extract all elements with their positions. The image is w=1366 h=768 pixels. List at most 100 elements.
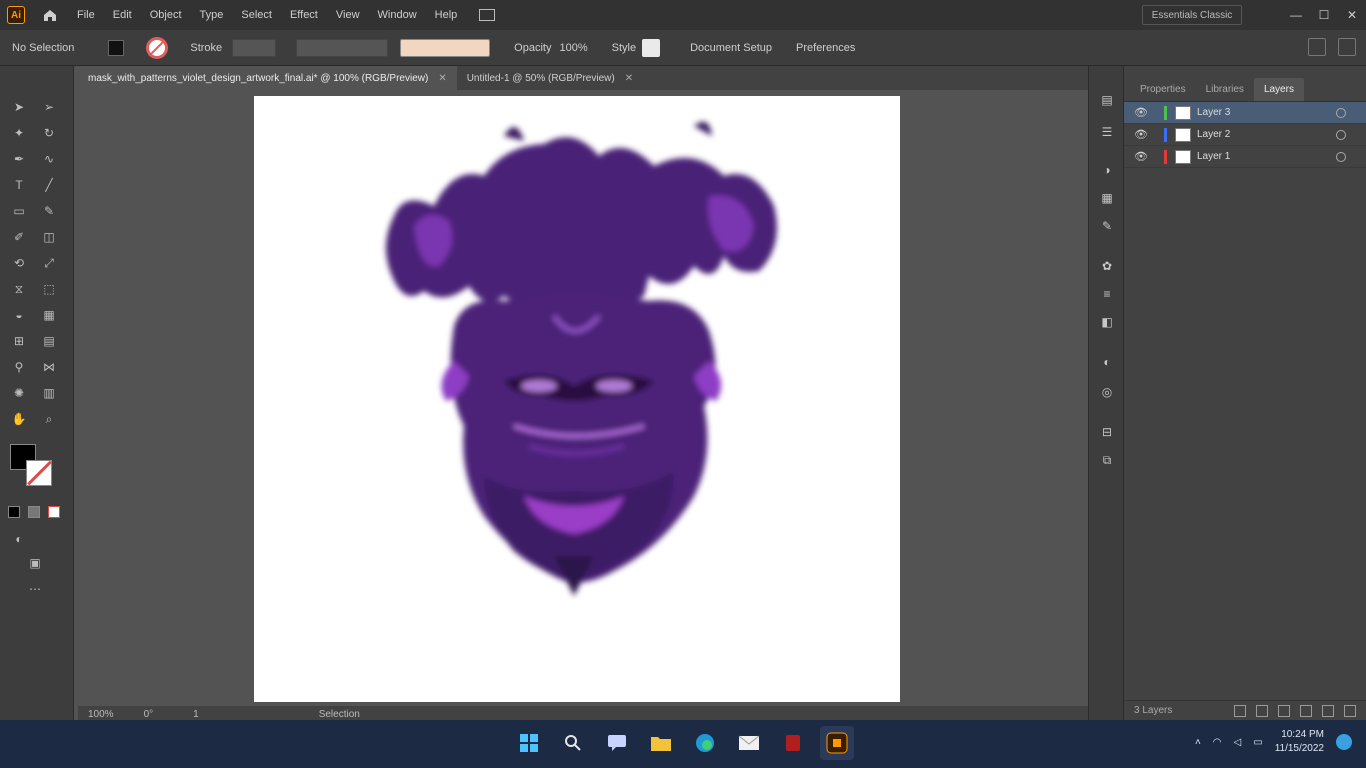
align-icon[interactable]: ⊟ [1098, 424, 1116, 440]
visibility-eye-icon[interactable]: 👁 [1134, 150, 1150, 163]
menu-select[interactable]: Select [241, 9, 272, 21]
hand-tool-icon[interactable]: ✋ [10, 412, 28, 426]
style-swatch[interactable] [642, 38, 661, 57]
pathfinder-icon[interactable]: ⧉ [1098, 452, 1116, 468]
tab-libraries[interactable]: Libraries [1196, 78, 1254, 101]
color-mode-icon[interactable] [8, 506, 20, 518]
color-icon[interactable]: ◑ [1098, 162, 1116, 178]
zoom-tool-icon[interactable]: ⌕ [40, 412, 58, 426]
document-setup-button[interactable]: Document Setup [690, 42, 772, 54]
gradient-tool-icon[interactable]: ▤ [40, 334, 58, 348]
perspective-grid-tool-icon[interactable]: ▦ [40, 308, 58, 322]
explorer-icon[interactable] [644, 726, 678, 760]
close-button[interactable]: ✕ [1338, 0, 1366, 30]
workspace-switcher-icon[interactable] [479, 9, 496, 21]
properties-icon[interactable]: ▤ [1098, 92, 1116, 108]
curvature-tool-icon[interactable]: ∿ [40, 152, 58, 166]
chat-icon[interactable] [600, 726, 634, 760]
edit-toolbar-icon[interactable]: ⋯ [26, 582, 44, 596]
fill-swatch[interactable] [108, 39, 125, 56]
pen-tool-icon[interactable]: ✒ [10, 152, 28, 166]
type-tool-icon[interactable]: T [10, 178, 28, 192]
new-sublayer-icon[interactable] [1300, 704, 1312, 717]
eraser-tool-icon[interactable]: ◫ [40, 230, 58, 244]
selection-tool-icon[interactable]: ➤ [10, 100, 28, 114]
clock[interactable]: 10:24 PM 11/15/2022 [1275, 728, 1324, 756]
artboard[interactable] [254, 96, 900, 702]
stroke-color-box[interactable] [26, 460, 52, 486]
symbols-icon[interactable]: ✿ [1098, 258, 1116, 274]
document-tab-active[interactable]: mask_with_patterns_violet_design_artwork… [78, 66, 457, 90]
opacity-value[interactable]: 100% [559, 42, 587, 54]
menu-edit[interactable]: Edit [113, 9, 132, 21]
close-tab-icon[interactable]: ✕ [625, 73, 633, 84]
direct-selection-tool-icon[interactable]: ➢ [40, 100, 58, 114]
variable-width-field[interactable] [296, 38, 389, 57]
stroke-label[interactable]: Stroke [190, 42, 222, 54]
preferences-button[interactable]: Preferences [796, 42, 855, 54]
menu-type[interactable]: Type [200, 9, 224, 21]
layer-target-icon[interactable] [1336, 129, 1346, 140]
blend-tool-icon[interactable]: ⋈ [40, 360, 58, 374]
visibility-eye-icon[interactable]: 👁 [1134, 128, 1150, 141]
arrange-documents-icon[interactable] [1308, 38, 1326, 56]
gradient-mode-icon[interactable] [28, 506, 40, 518]
close-tab-icon[interactable]: ✕ [438, 73, 446, 84]
brushes-icon[interactable]: ✎ [1098, 218, 1116, 234]
office-icon[interactable] [776, 726, 810, 760]
zoom-level[interactable]: 100% [88, 709, 114, 720]
layer-name[interactable]: Layer 3 [1197, 107, 1336, 118]
stroke-weight-field[interactable] [232, 38, 277, 57]
new-layer-icon[interactable] [1322, 704, 1334, 717]
workspace-button[interactable]: Essentials Classic [1142, 5, 1242, 25]
menu-effect[interactable]: Effect [290, 9, 318, 21]
menu-object[interactable]: Object [150, 9, 182, 21]
rotate-tool-icon[interactable]: ⟲ [10, 256, 28, 270]
libraries-icon[interactable]: ☰ [1098, 124, 1116, 140]
layer-target-icon[interactable] [1336, 107, 1346, 118]
symbol-sprayer-tool-icon[interactable]: ✺ [10, 386, 28, 400]
layer-target-icon[interactable] [1336, 151, 1346, 162]
gradient-icon[interactable]: ◧ [1098, 314, 1116, 330]
mesh-tool-icon[interactable]: ⊞ [10, 334, 28, 348]
layer-row[interactable]: 👁 Layer 2 [1124, 124, 1366, 146]
width-tool-icon[interactable]: ⧖ [10, 282, 28, 296]
scale-tool-icon[interactable]: ⤢ [40, 256, 58, 270]
layer-row[interactable]: 👁 Layer 3 [1124, 102, 1366, 124]
brush-definition-field[interactable] [400, 38, 491, 57]
swatches-icon[interactable]: ▦ [1098, 190, 1116, 206]
menu-help[interactable]: Help [435, 9, 458, 21]
stroke-icon[interactable]: ≡ [1098, 286, 1116, 302]
rotation-value[interactable]: 0° [144, 709, 154, 720]
illustrator-icon[interactable] [820, 726, 854, 760]
menu-view[interactable]: View [336, 9, 360, 21]
search-icon[interactable] [556, 726, 590, 760]
shaper-tool-icon[interactable]: ✐ [10, 230, 28, 244]
tab-layers[interactable]: Layers [1253, 78, 1304, 101]
eyedropper-tool-icon[interactable]: ⚲ [10, 360, 28, 374]
tab-properties[interactable]: Properties [1130, 78, 1196, 101]
document-tab[interactable]: Untitled-1 @ 50% (RGB/Preview) ✕ [457, 66, 643, 90]
rectangle-tool-icon[interactable]: ▭ [10, 204, 28, 218]
paintbrush-tool-icon[interactable]: ✎ [40, 204, 58, 218]
wifi-icon[interactable]: ◠ [1213, 737, 1222, 748]
delete-layer-icon[interactable] [1344, 704, 1356, 717]
visibility-eye-icon[interactable]: 👁 [1134, 106, 1150, 119]
layer-name[interactable]: Layer 1 [1197, 151, 1336, 162]
start-icon[interactable] [512, 726, 546, 760]
line-tool-icon[interactable]: ╱ [40, 178, 58, 192]
lasso-tool-icon[interactable]: ↻ [40, 126, 58, 140]
artboard-navigator[interactable]: 1 [193, 709, 199, 720]
screen-mode-icon[interactable]: ▣ [26, 556, 44, 570]
column-graph-tool-icon[interactable]: ▥ [40, 386, 58, 400]
minimize-button[interactable]: — [1282, 0, 1310, 30]
chevron-up-icon[interactable]: ˄ [1195, 737, 1201, 748]
mask-artwork[interactable] [254, 96, 900, 702]
transparency-icon[interactable]: ◐ [1098, 354, 1116, 370]
free-transform-tool-icon[interactable]: ⬚ [40, 282, 58, 296]
home-icon[interactable] [41, 7, 59, 23]
maximize-button[interactable]: ☐ [1310, 0, 1338, 30]
locate-object-icon[interactable] [1256, 704, 1268, 717]
draw-mode-icon[interactable]: ◐ [10, 532, 28, 546]
magic-wand-tool-icon[interactable]: ✦ [10, 126, 28, 140]
